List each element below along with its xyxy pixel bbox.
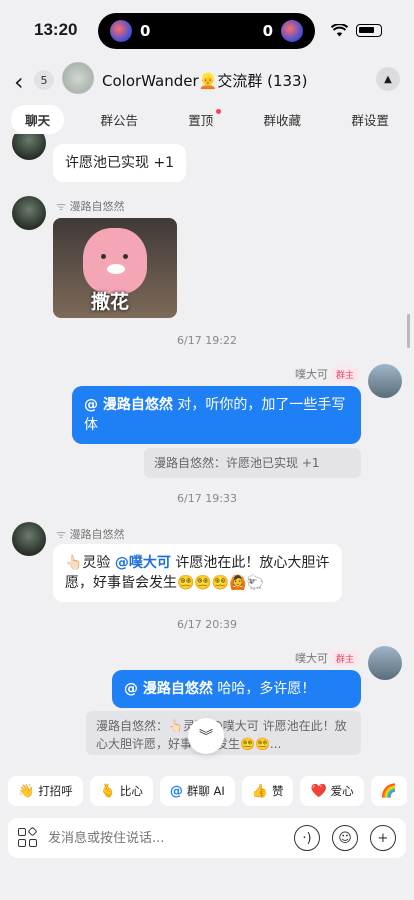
avatar[interactable] [12,134,46,160]
back-button[interactable]: ‹ [14,68,24,96]
wave-icon: 👋 [18,783,35,799]
tab-pinned[interactable]: 置顶 [174,105,227,134]
tab-settings[interactable]: 群设置 [337,105,403,134]
avatar[interactable] [368,646,402,680]
mention[interactable]: @ 漫路自悠然 [124,681,213,697]
message-list[interactable]: 许愿池已实现 +1 ᯤ 漫路自悠然 撒花 6/17 19:22 噗大可 群主 @ … [0,134,414,770]
home-indicator-area [0,880,414,900]
owner-badge: 群主 [331,367,358,382]
plus-icon: + [377,830,389,846]
chip-label: 赞 [271,784,284,798]
sticker-image[interactable]: 撒花 [53,218,177,318]
timestamp: 6/17 19:33 [177,492,237,505]
tab-chat[interactable]: 聊天 [11,104,65,134]
group-avatar[interactable] [62,62,94,94]
sender-name-text: 噗大可 [294,368,328,381]
status-bar: 13:20 0 0 [0,0,414,58]
tab-announcement[interactable]: 群公告 [86,105,152,134]
team-logo-icon [281,20,303,42]
collapse-up-button[interactable]: ▲ [376,67,400,91]
double-chevron-down-icon: ︾ [199,729,213,745]
group-title[interactable]: ColorWander👱交流群 (133) [102,70,307,91]
chip-label: 打招呼 [38,784,73,798]
message-composer: ·) ☺ + [8,818,406,858]
heart-icon: ❤️ [310,783,327,799]
quick-action-group-ai[interactable]: @ 群聊 AI [159,776,235,806]
beaver-sticker-icon [83,228,147,294]
snout-icon [107,264,125,274]
tab-favorites[interactable]: 群收藏 [250,105,316,134]
score-right: 0 [262,22,273,40]
message-bubble[interactable]: @ 漫路自悠然 对，听你的，加了一些手写体 [72,386,361,444]
sender-name: ᯤ 漫路自悠然 [56,198,125,214]
avatar[interactable] [12,196,46,230]
add-button[interactable]: + [370,825,396,851]
notification-dot [216,108,222,114]
battery-icon [356,24,382,37]
message-input[interactable] [48,830,282,846]
message-bubble[interactable]: 许愿池已实现 +1 [53,144,187,182]
score-left: 0 [140,22,151,40]
timestamp: 6/17 20:39 [177,618,237,631]
at-icon: @ [169,783,183,799]
sender-name-text: 噗大可 [294,652,328,665]
tab-pinned-label: 置顶 [188,112,214,128]
quick-action-greet[interactable]: 👋 打招呼 [8,776,83,806]
mention[interactable]: @噗大可 [115,555,171,571]
emoji-button[interactable]: ☺ [332,825,358,851]
link-icon: ᯤ [56,528,67,541]
apps-grid-icon[interactable] [18,826,38,848]
message-text: 哈哈，多许愿！ [212,681,316,697]
chat-header: ‹ 5 ColorWander👱交流群 (133) ▲ [0,58,414,102]
clock: 13:20 [34,20,78,39]
scroll-to-bottom-button[interactable]: ︾ [188,718,224,754]
scrollbar[interactable] [407,314,410,348]
message-bubble[interactable]: @ 漫路自悠然 哈哈，多许愿！ [112,670,361,708]
chip-label: 比心 [119,784,143,798]
message-bubble[interactable]: 👆🏻灵验 @噗大可 许愿池在此！放心大胆许愿，好事皆会发生😵‍💫😵‍💫😵‍💫🙆🐑 [53,544,342,602]
sender-name: 噗大可 群主 [295,366,358,382]
voice-wave-icon: ·) [302,830,312,846]
timestamp: 6/17 19:22 [177,334,237,347]
smiley-icon: ☺ [338,830,352,846]
quick-action-like[interactable]: 👍 赞 [241,776,294,806]
link-icon: ᯤ [56,200,67,213]
dynamic-island: 0 0 [98,13,315,49]
wifi-icon [331,24,348,37]
quick-action-love[interactable]: ❤️ 爱心 [300,776,364,806]
unread-badge: 5 [34,70,54,90]
thumbs-up-icon: 👍 [251,783,268,799]
sticker-caption: 撒花 [91,291,130,313]
sender-name: ᯤ 漫路自悠然 [56,526,125,542]
sender-name-text: 漫路自悠然 [69,528,125,541]
quick-action-more[interactable]: 🌈 [370,776,407,806]
quick-action-heart-hands[interactable]: 🫰 比心 [89,776,153,806]
avatar[interactable] [368,364,402,398]
group-tabs: 聊天 群公告 置顶 群收藏 群设置 [0,104,414,134]
finger-heart-icon: 🫰 [99,783,116,799]
message-prefix: 👆🏻灵验 [65,555,111,571]
quick-actions: 👋 打招呼 🫰 比心 @ 群聊 AI 👍 赞 ❤️ 爱心 🌈 [8,776,414,808]
owner-badge: 群主 [331,651,358,666]
sender-name-text: 漫路自悠然 [69,200,125,213]
rainbow-icon: 🌈 [380,783,397,799]
chip-label: 群聊 AI [186,784,225,798]
avatar[interactable] [12,522,46,556]
mention[interactable]: @ 漫路自悠然 [84,397,173,413]
eye-icon [123,254,128,259]
quoted-message[interactable]: 漫路自悠然：许愿池已实现 +1 [144,448,361,478]
eye-icon [101,254,106,259]
voice-button[interactable]: ·) [294,825,320,851]
team-logo-icon [110,20,132,42]
chip-label: 爱心 [330,784,354,798]
sender-name: 噗大可 群主 [295,650,358,666]
